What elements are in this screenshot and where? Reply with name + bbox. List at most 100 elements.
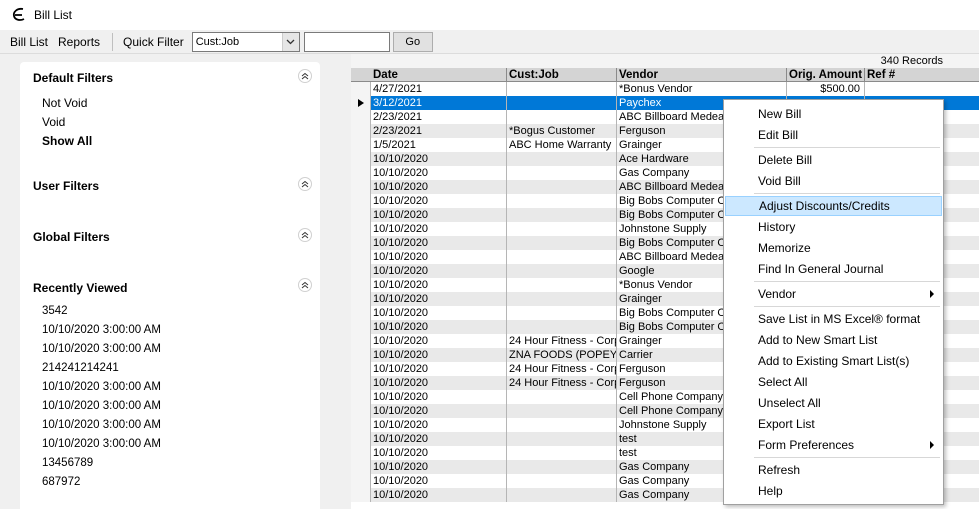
row-header[interactable] xyxy=(351,362,371,376)
recently-viewed-item[interactable]: 10/10/2020 3:00:00 AM xyxy=(42,381,161,393)
row-header[interactable] xyxy=(351,306,371,320)
cell-cust-job xyxy=(507,404,617,418)
cell-cust-job xyxy=(507,96,617,110)
recently-viewed-item[interactable]: 3542 xyxy=(42,305,68,317)
collapse-global-filters-icon[interactable] xyxy=(298,228,312,242)
row-header[interactable] xyxy=(351,194,371,208)
recently-viewed-item[interactable]: 10/10/2020 3:00:00 AM xyxy=(42,419,161,431)
row-header[interactable] xyxy=(351,376,371,390)
menu-separator xyxy=(754,457,940,458)
row-header[interactable] xyxy=(351,236,371,250)
menu-item-adjust-discounts-credits[interactable]: Adjust Discounts/Credits xyxy=(725,196,942,216)
cell-cust-job xyxy=(507,180,617,194)
menu-item-unselect-all[interactable]: Unselect All xyxy=(725,393,942,413)
menu-item-add-to-new-smart-list[interactable]: Add to New Smart List xyxy=(725,330,942,350)
menu-item-form-preferences[interactable]: Form Preferences xyxy=(725,435,942,455)
collapse-default-filters-icon[interactable] xyxy=(298,69,312,83)
filter-void[interactable]: Void xyxy=(42,115,65,129)
row-header[interactable] xyxy=(351,292,371,306)
records-count-bar: 340 Records xyxy=(351,54,979,68)
recently-viewed-item[interactable]: 10/10/2020 3:00:00 AM xyxy=(42,343,161,355)
row-header[interactable] xyxy=(351,460,371,474)
menu-item-select-all[interactable]: Select All xyxy=(725,372,942,392)
chevron-down-icon[interactable] xyxy=(281,32,299,51)
recently-viewed-item[interactable]: 10/10/2020 3:00:00 AM xyxy=(42,400,161,412)
column-header-date[interactable]: Date xyxy=(371,68,507,82)
row-header[interactable] xyxy=(351,474,371,488)
menu-separator xyxy=(754,281,940,282)
row-header[interactable] xyxy=(351,418,371,432)
recently-viewed-item[interactable]: 10/10/2020 3:00:00 AM xyxy=(42,324,161,336)
quick-filter-field-select[interactable]: Cust:Job xyxy=(191,31,300,52)
menu-item-void-bill[interactable]: Void Bill xyxy=(725,171,942,191)
row-header[interactable] xyxy=(351,390,371,404)
cell-cust-job xyxy=(507,446,617,460)
row-header[interactable] xyxy=(351,250,371,264)
row-header[interactable] xyxy=(351,320,371,334)
menu-item-add-to-existing-smart-list-s[interactable]: Add to Existing Smart List(s) xyxy=(725,351,942,371)
row-header[interactable] xyxy=(351,488,371,502)
cell-cust-job xyxy=(507,306,617,320)
quick-filter-input[interactable] xyxy=(303,31,390,52)
row-header[interactable] xyxy=(351,82,371,96)
row-cells[interactable]: 4/27/2021 *Bonus Vendor $500.00 xyxy=(371,82,979,96)
toolbar-separator xyxy=(112,32,114,51)
row-header[interactable] xyxy=(351,348,371,362)
row-header[interactable] xyxy=(351,166,371,180)
menu-item-find-in-general-journal[interactable]: Find In General Journal xyxy=(725,259,942,279)
recently-viewed-item[interactable]: 687972 xyxy=(42,476,80,488)
column-header-cust-job[interactable]: Cust:Job xyxy=(507,68,617,82)
row-header[interactable] xyxy=(351,278,371,292)
collapse-user-filters-icon[interactable] xyxy=(298,177,312,191)
recently-viewed-item[interactable]: 214241214241 xyxy=(42,362,119,374)
row-header[interactable] xyxy=(351,334,371,348)
row-header[interactable] xyxy=(351,432,371,446)
menu-item-label: Adjust Discounts/Credits xyxy=(759,199,890,213)
menu-item-delete-bill[interactable]: Delete Bill xyxy=(725,150,942,170)
row-header[interactable] xyxy=(351,222,371,236)
row-header[interactable] xyxy=(351,180,371,194)
recently-viewed-item[interactable]: 10/10/2020 3:00:00 AM xyxy=(42,438,161,450)
menu-item-label: Form Preferences xyxy=(758,438,855,452)
column-header-orig-amount[interactable]: Orig. Amount xyxy=(787,68,865,82)
filter-not-void[interactable]: Not Void xyxy=(42,96,87,110)
menu-reports[interactable]: Reports xyxy=(58,35,100,49)
cell-date: 10/10/2020 xyxy=(371,320,507,334)
menu-item-label: Save List in MS Excel® format xyxy=(758,312,921,326)
filter-show-all[interactable]: Show All xyxy=(42,134,92,148)
row-header[interactable] xyxy=(351,404,371,418)
menu-item-save-list-in-ms-excel-format[interactable]: Save List in MS Excel® format xyxy=(725,309,942,329)
menu-item-help[interactable]: Help xyxy=(725,481,942,501)
row-header[interactable] xyxy=(351,208,371,222)
column-header-ref[interactable]: Ref # xyxy=(865,68,979,82)
row-header[interactable] xyxy=(351,264,371,278)
column-header-vendor[interactable]: Vendor xyxy=(617,68,787,82)
cell-date: 4/27/2021 xyxy=(371,82,507,96)
cell-date: 10/10/2020 xyxy=(371,460,507,474)
panel-splitter[interactable] xyxy=(333,54,351,509)
row-header[interactable] xyxy=(351,110,371,124)
cell-cust-job: *Bogus Customer xyxy=(507,124,617,138)
menu-item-export-list[interactable]: Export List xyxy=(725,414,942,434)
menu-item-new-bill[interactable]: New Bill xyxy=(725,104,942,124)
row-header[interactable] xyxy=(351,138,371,152)
recently-viewed-item[interactable]: 13456789 xyxy=(42,457,93,469)
cell-date: 2/23/2021 xyxy=(371,110,507,124)
row-header[interactable] xyxy=(351,152,371,166)
row-header[interactable] xyxy=(351,446,371,460)
collapse-recently-viewed-icon[interactable] xyxy=(298,278,312,292)
cell-date: 10/10/2020 xyxy=(371,152,507,166)
go-button[interactable]: Go xyxy=(392,31,433,52)
menu-item-refresh[interactable]: Refresh xyxy=(725,460,942,480)
menu-bill-list[interactable]: Bill List xyxy=(10,35,48,49)
menu-item-history[interactable]: History xyxy=(725,217,942,237)
menu-item-memorize[interactable]: Memorize xyxy=(725,238,942,258)
cell-date: 10/10/2020 xyxy=(371,488,507,502)
menu-item-edit-bill[interactable]: Edit Bill xyxy=(725,125,942,145)
row-header[interactable] xyxy=(351,96,371,110)
table-row[interactable]: 4/27/2021 *Bonus Vendor $500.00 xyxy=(351,82,979,96)
row-header[interactable] xyxy=(351,124,371,138)
menu-item-vendor[interactable]: Vendor xyxy=(725,284,942,304)
cell-cust-job xyxy=(507,460,617,474)
default-filters-heading: Default Filters xyxy=(33,71,114,85)
